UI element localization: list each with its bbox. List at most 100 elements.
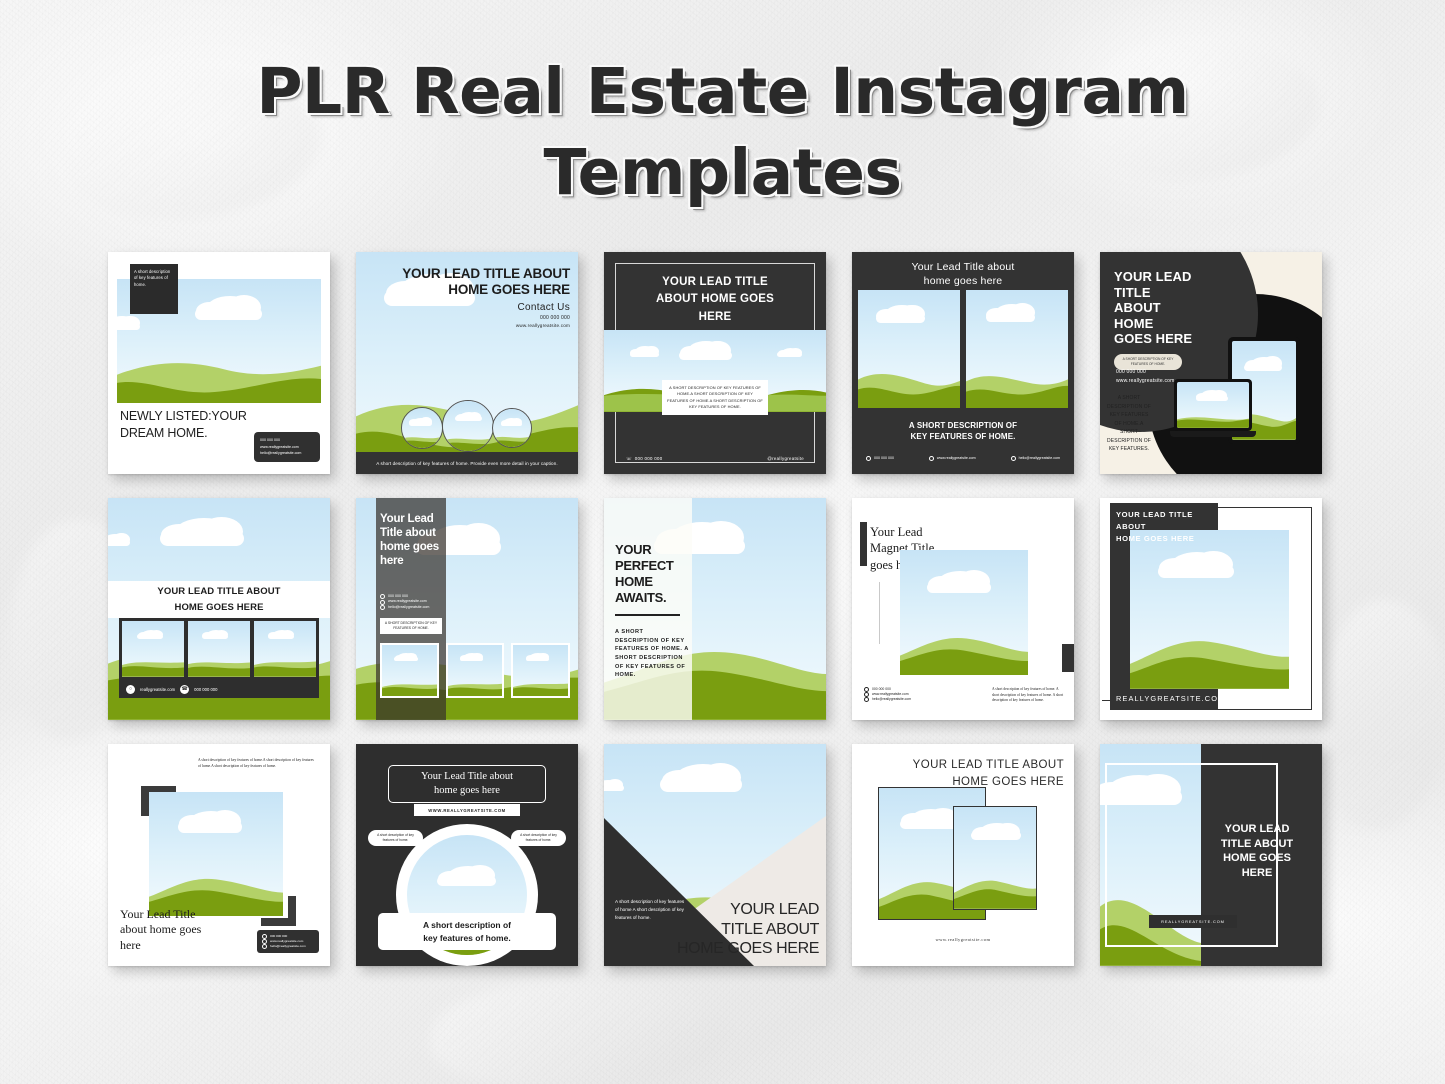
template-card-7[interactable]: Your Lead Title about home goes here 000…	[356, 498, 578, 720]
title-line-2: HOME GOES HERE	[448, 281, 570, 297]
scene-image	[900, 550, 1028, 675]
email-row: hello@reallygreatsite.com	[380, 605, 444, 610]
title-line-3: here	[120, 938, 141, 953]
phone-icon: ☎	[180, 684, 190, 694]
description-text: A short description of key features of h…	[198, 758, 314, 768]
title-line-3: HOME GOES HERE	[677, 939, 819, 957]
contact-heading: Contact Us	[517, 302, 570, 313]
template-card-14[interactable]: YOUR LEAD TITLE ABOUT HOME GOES HERE www…	[852, 744, 1074, 966]
contact-list: 000 000 000 www.reallygreatsite.com hell…	[380, 594, 444, 610]
phone-text: 000 000 000	[539, 315, 570, 321]
scene-image-front	[953, 806, 1037, 910]
title-line-1: YOUR LEAD	[1114, 269, 1192, 284]
corner-bracket-bottom-right	[261, 896, 296, 926]
title-line-4: HOME	[1114, 315, 1154, 331]
circle-photo-3	[492, 408, 532, 448]
description-box: A SHORT DESCRIPTION OF KEY FEATURES OF H…	[380, 618, 442, 635]
mail-icon	[262, 944, 267, 949]
contact-list: 000 000 000 www.reallygreatsite.com hell…	[864, 687, 911, 702]
website-text: WWW.REALLYGREATSITE.COM	[414, 804, 520, 816]
footer-contacts: 000 000 000 www.reallygreatsite.com hell…	[866, 456, 1060, 461]
card-title: YOUR PERFECT HOME AWAITS.	[615, 542, 689, 605]
card-title: YOUR LEAD TITLE ABOUT HOME GOES HERE	[108, 581, 330, 618]
card-title: YOUR LEAD TITLE ABOUT HOME GOES HERE	[1114, 269, 1234, 347]
title-line-1: Your Lead	[870, 525, 923, 539]
title-line-1: YOUR LEAD	[1224, 823, 1290, 835]
image-pair	[858, 290, 1068, 408]
card-title: YOUR LEAD TITLE ABOUT HOME GOES HERE	[629, 900, 819, 958]
page-title: PLR Real Estate Instagram Templates	[0, 52, 1445, 213]
template-card-2[interactable]: YOUR LEAD TITLE ABOUT HOME GOES HERE Con…	[356, 252, 578, 474]
description-text: A SHORT DESCRIPTION OF KEY FEATURES OF H…	[615, 629, 689, 679]
website-row: www.reallygreatsite.com	[928, 455, 976, 461]
handle-text: @reallygreatsite	[767, 456, 804, 462]
template-card-12[interactable]: Your Lead Title about home goes here WWW…	[356, 744, 578, 966]
scene-thumb-1	[122, 621, 184, 677]
circle-photo-2	[442, 400, 494, 452]
mail-icon	[1010, 455, 1016, 461]
website-text: www.reallygreatsite.com	[515, 323, 570, 328]
title-line-1: YOUR LEAD TITLE ABOUT	[1116, 510, 1193, 532]
website-badge: REALLYGREATSITE.COM	[1149, 915, 1237, 928]
website-text: www.reallygreatsite.com	[935, 937, 991, 942]
template-card-8[interactable]: YOUR PERFECT HOME AWAITS. A SHORT DESCRI…	[604, 498, 826, 720]
title-line-3: ABOUT	[1114, 300, 1161, 316]
email-text: hello@reallygreatsite.com	[260, 451, 302, 456]
website-text: www.reallygreatsite.com	[260, 444, 299, 449]
website-text: www.reallygreatsite.com	[1116, 378, 1175, 384]
template-card-4[interactable]: Your Lead Title about home goes here A S…	[852, 252, 1074, 474]
title-line-3: HERE	[698, 310, 732, 323]
mail-icon	[864, 696, 869, 702]
globe-icon: ○	[126, 684, 135, 694]
website-text: www.reallygreatsite.com	[936, 455, 976, 460]
template-card-11[interactable]: A short description of key features of h…	[108, 744, 330, 966]
contact-box: 000 000 000 www.reallygreatsite.com hell…	[254, 432, 320, 462]
card-title: Your Lead Title about home goes here	[380, 513, 439, 568]
template-card-1[interactable]: A short description of key features of h…	[108, 252, 330, 474]
template-card-13[interactable]: A short description of key features of h…	[604, 744, 826, 966]
phone-text: 000 000 000	[194, 686, 218, 692]
email-row: hello@reallygreatsite.com	[262, 944, 314, 949]
card-title: YOUR LEAD TITLE ABOUT HOME GOES HERE	[390, 266, 570, 297]
phone-row: ☏ 000 000 000	[626, 456, 663, 463]
description-note: A short description of key features of h…	[130, 264, 178, 314]
email-text: hello@reallygreatsite.com	[270, 944, 306, 949]
page-title-line-2: Templates	[543, 135, 902, 209]
phone-text: 000 000 000	[260, 438, 280, 443]
title-line-1: Your Lead Title about	[911, 260, 1015, 273]
card-title: Your Lead Title about home goes here	[858, 259, 1068, 289]
template-grid: A short description of key features of h…	[108, 252, 1336, 966]
website-text: REALLYGREATSITE.COM	[1116, 694, 1226, 703]
template-card-10[interactable]: YOUR LEAD TITLE ABOUT HOME GOES HERE REA…	[1100, 498, 1322, 720]
laptop-mockup	[1170, 379, 1256, 441]
template-card-5[interactable]: YOUR LEAD TITLE ABOUT HOME GOES HERE A S…	[1100, 252, 1322, 474]
scene-image-left	[858, 290, 960, 408]
bottom-caption: A short description of key features of h…	[378, 913, 556, 950]
title-line-2: HOME GOES HERE	[174, 601, 264, 613]
card-title: NEWLY LISTED:YOUR DREAM HOME.	[120, 409, 247, 440]
template-card-15[interactable]: YOUR LEAD TITLE ABOUT HOME GOES HERE REA…	[1100, 744, 1322, 966]
title-line-2: ABOUT HOME GOES	[655, 293, 774, 306]
phone-text: 000 000 000	[634, 456, 663, 462]
bottom-line-2: key features of home.	[423, 932, 511, 943]
website-text: reallygreatsite.com	[140, 686, 176, 692]
title-line-3: HOME GOES	[1223, 852, 1291, 865]
subtitle-line-2: KEY FEATURES OF HOME.	[910, 432, 1016, 442]
template-card-3[interactable]: YOUR LEAD TITLE ABOUT HOME GOES HERE A S…	[604, 252, 826, 474]
title-line-4: AWAITS.	[615, 589, 667, 605]
card-subtitle: A SHORT DESCRIPTION OF KEY FEATURES OF H…	[852, 420, 1074, 442]
title-line-4: HERE	[1241, 866, 1273, 879]
accent-bar-left	[860, 522, 867, 566]
title-line-2: home goes here	[434, 785, 500, 796]
card-title: Your Lead Title about home goes here	[120, 907, 230, 954]
scene-thumb-1	[380, 643, 439, 698]
mail-icon	[380, 604, 385, 610]
template-card-6[interactable]: YOUR LEAD TITLE ABOUT HOME GOES HERE ○ r…	[108, 498, 330, 720]
card-title: YOUR LEAD TITLE ABOUT HOME GOES HERE	[1116, 509, 1216, 545]
scene-image	[1130, 530, 1289, 689]
bottom-line-1: A short description of	[423, 920, 511, 931]
title-line-2: TITLE	[1114, 284, 1151, 300]
template-card-9[interactable]: Your Lead Magnet Title goes here 000 000…	[852, 498, 1074, 720]
globe-icon	[380, 599, 385, 605]
page-title-line-1: PLR Real Estate Instagram	[256, 55, 1189, 128]
